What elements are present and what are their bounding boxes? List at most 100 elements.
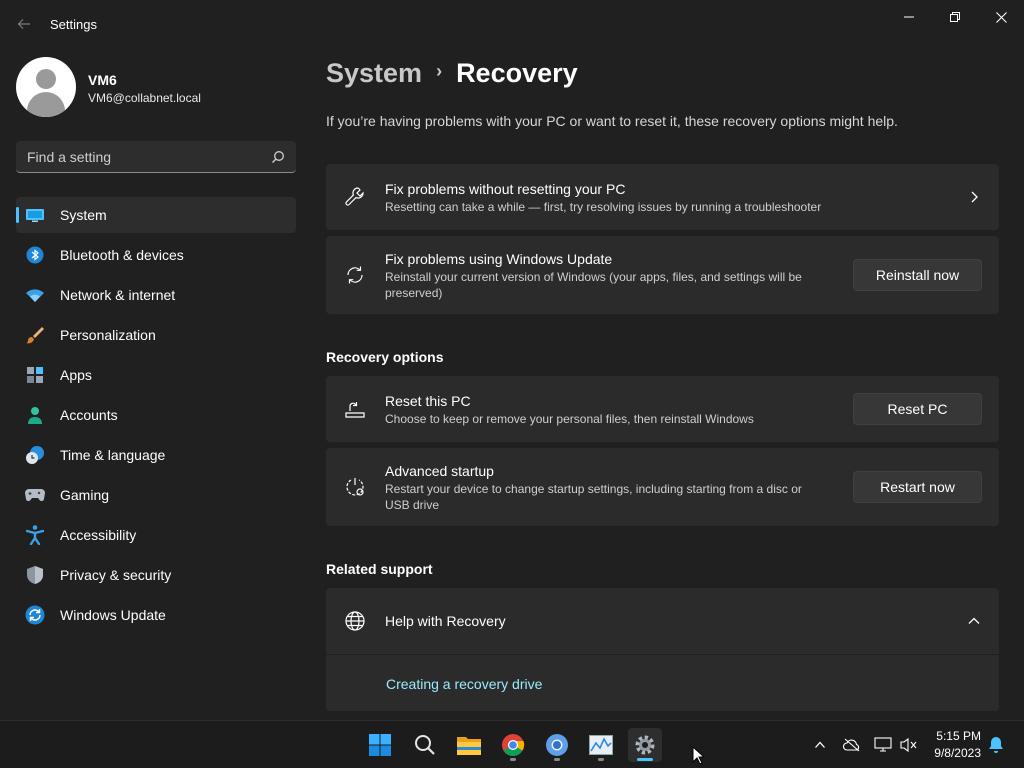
network-icon: [874, 737, 892, 752]
maximize-button[interactable]: [932, 4, 978, 30]
running-indicator: [598, 758, 604, 761]
minimize-icon: [904, 16, 914, 18]
onedrive-tray-button[interactable]: [842, 735, 862, 755]
taskbar-chrome[interactable]: [496, 728, 530, 762]
sidebar: VM6 VM6@collabnet.local Find a setting S…: [0, 48, 310, 720]
bluetooth-icon: [25, 245, 45, 265]
chrome-alt-icon: [546, 734, 568, 756]
avatar[interactable]: [16, 57, 76, 117]
sidebar-item-accounts[interactable]: Accounts: [16, 397, 296, 433]
start-button[interactable]: [363, 728, 397, 762]
shield-icon: [25, 565, 45, 585]
back-button[interactable]: [14, 14, 34, 34]
clock-globe-icon: [25, 445, 45, 465]
volume-tray-button[interactable]: [899, 735, 919, 755]
sidebar-item-label: Bluetooth & devices: [60, 247, 184, 263]
windows-start-icon: [369, 734, 391, 756]
sidebar-item-label: Windows Update: [60, 607, 166, 623]
sidebar-item-label: Apps: [60, 367, 92, 383]
advanced-startup-card: Advanced startup Restart your device to …: [326, 448, 999, 526]
chevron-up-icon: [968, 617, 980, 624]
card-description: Reinstall your current version of Window…: [385, 270, 802, 300]
search-icon[interactable]: [271, 150, 285, 164]
sidebar-item-label: System: [60, 207, 107, 223]
breadcrumb: System › Recovery: [326, 58, 578, 89]
sidebar-item-system[interactable]: System: [16, 197, 296, 233]
clock-date[interactable]: 9/8/2023: [934, 746, 981, 760]
running-indicator: [510, 758, 516, 761]
windows-update-icon: [25, 605, 45, 625]
reset-pc-button[interactable]: Reset PC: [853, 393, 982, 425]
notification-bell-icon: [989, 737, 1003, 753]
restart-now-button[interactable]: Restart now: [853, 471, 982, 503]
search-input[interactable]: Find a setting: [16, 141, 296, 173]
sidebar-item-apps[interactable]: Apps: [16, 357, 296, 393]
fix-without-reset-card[interactable]: Fix problems without resetting your PC R…: [326, 164, 999, 230]
card-description: Restart your device to change startup se…: [385, 482, 802, 512]
sidebar-item-accessibility[interactable]: Accessibility: [16, 517, 296, 553]
sidebar-item-bluetooth[interactable]: Bluetooth & devices: [16, 237, 296, 273]
breadcrumb-parent[interactable]: System: [326, 58, 422, 89]
show-hidden-icons-button[interactable]: [810, 735, 830, 755]
onedrive-offline-icon: [843, 738, 860, 752]
help-with-recovery-header[interactable]: Help with Recovery: [326, 588, 999, 654]
sidebar-item-privacy[interactable]: Privacy & security: [16, 557, 296, 593]
refresh-icon: [347, 266, 363, 284]
volume-muted-icon: [900, 737, 917, 753]
file-explorer-icon: [457, 737, 481, 755]
network-tray-button[interactable]: [873, 735, 893, 755]
breadcrumb-separator: ›: [436, 61, 443, 81]
system-icon: [25, 205, 45, 225]
search-placeholder: Find a setting: [27, 149, 112, 165]
sidebar-item-label: Network & internet: [60, 287, 176, 303]
back-arrow-icon: [17, 19, 30, 29]
related-support-heading: Related support: [326, 561, 433, 577]
brush-icon: [25, 325, 45, 345]
accessibility-icon: [25, 525, 45, 545]
advanced-startup-icon: [346, 478, 364, 496]
creating-recovery-drive-link[interactable]: Creating a recovery drive: [386, 676, 542, 692]
taskbar: 5:15 PM 9/8/2023: [0, 720, 1024, 768]
taskbar-task-manager[interactable]: [584, 728, 618, 762]
card-description: Choose to keep or remove your personal f…: [385, 412, 754, 426]
page-title: Recovery: [456, 58, 578, 88]
sidebar-item-personalization[interactable]: Personalization: [16, 317, 296, 353]
clock-time[interactable]: 5:15 PM: [936, 729, 981, 743]
reset-pc-card: Reset this PC Choose to keep or remove y…: [326, 376, 999, 442]
mouse-cursor-icon: [692, 746, 704, 765]
minimize-button[interactable]: [886, 4, 932, 30]
settings-gear-icon: [635, 735, 655, 755]
recovery-options-heading: Recovery options: [326, 349, 444, 365]
task-manager-icon: [589, 735, 613, 755]
card-title: Help with Recovery: [385, 613, 506, 629]
sidebar-item-network[interactable]: Network & internet: [16, 277, 296, 313]
taskbar-file-explorer[interactable]: [452, 728, 486, 762]
nav-list: System Bluetooth & devices Network & int…: [16, 197, 296, 637]
card-description: Resetting can take a while — first, try …: [385, 200, 822, 214]
running-indicator: [554, 758, 560, 761]
chrome-icon: [502, 734, 525, 756]
reinstall-now-button[interactable]: Reinstall now: [853, 259, 982, 291]
sidebar-item-time-language[interactable]: Time & language: [16, 437, 296, 473]
apps-icon: [25, 365, 45, 385]
globe-icon: [345, 611, 365, 631]
close-icon: [995, 11, 1007, 23]
taskbar-chrome-alt[interactable]: [540, 728, 574, 762]
notification-button[interactable]: [986, 735, 1006, 755]
sidebar-item-windows-update[interactable]: Windows Update: [16, 597, 296, 633]
taskbar-search-button[interactable]: [408, 728, 442, 762]
reset-pc-icon: [345, 402, 365, 418]
sidebar-item-label: Privacy & security: [60, 567, 172, 583]
card-title: Reset this PC: [385, 393, 471, 409]
running-indicator: [637, 758, 653, 761]
sidebar-item-label: Gaming: [60, 487, 110, 503]
sidebar-item-label: Personalization: [60, 327, 156, 343]
close-button[interactable]: [978, 4, 1024, 30]
user-email: VM6@collabnet.local: [88, 91, 201, 105]
chevron-up-icon: [815, 741, 825, 748]
sidebar-item-label: Accounts: [60, 407, 118, 423]
user-name: VM6: [88, 72, 117, 88]
card-title: Fix problems without resetting your PC: [385, 181, 626, 197]
taskbar-settings[interactable]: [628, 728, 662, 762]
sidebar-item-gaming[interactable]: Gaming: [16, 477, 296, 513]
